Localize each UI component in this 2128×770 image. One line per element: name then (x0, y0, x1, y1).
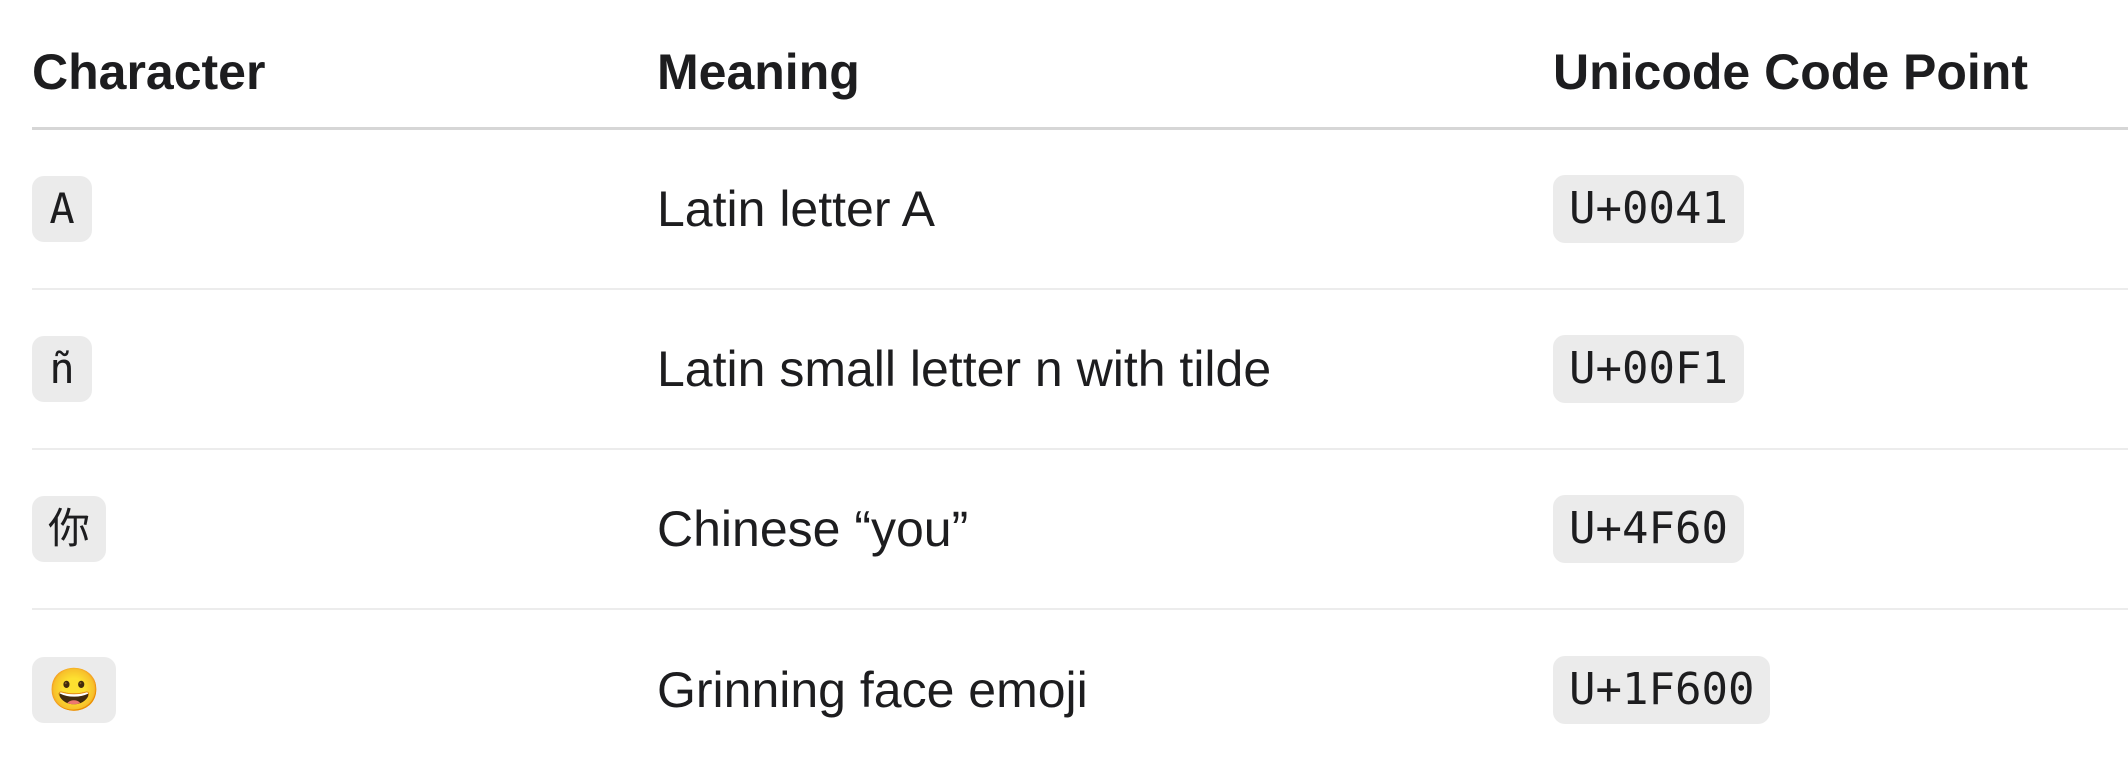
meaning-cell: Grinning face emoji (657, 662, 1088, 718)
table-row: ñ Latin small letter n with tilde U+00F1 (32, 290, 2128, 450)
character-chip: A (32, 176, 92, 242)
code-point-chip: U+0041 (1553, 175, 1744, 243)
header-character: Character (32, 44, 266, 100)
code-point-chip: U+4F60 (1553, 495, 1744, 563)
table-row: 你 Chinese “you” U+4F60 (32, 450, 2128, 610)
meaning-cell: Latin small letter n with tilde (657, 341, 1272, 397)
meaning-cell: Chinese “you” (657, 501, 969, 557)
table-header-row: Character Meaning Unicode Code Point (32, 0, 2128, 130)
meaning-cell: Latin letter A (657, 181, 935, 237)
table-row: 😀 Grinning face emoji U+1F600 (32, 610, 2128, 770)
unicode-table: Character Meaning Unicode Code Point A L… (32, 0, 2128, 770)
character-chip: 😀 (32, 657, 117, 723)
character-chip: 你 (32, 496, 107, 562)
header-code-point: Unicode Code Point (1553, 44, 2028, 100)
header-meaning: Meaning (657, 44, 860, 100)
character-chip: ñ (32, 336, 92, 402)
code-point-chip: U+1F600 (1553, 656, 1771, 724)
code-point-chip: U+00F1 (1553, 335, 1744, 403)
table-row: A Latin letter A U+0041 (32, 130, 2128, 290)
